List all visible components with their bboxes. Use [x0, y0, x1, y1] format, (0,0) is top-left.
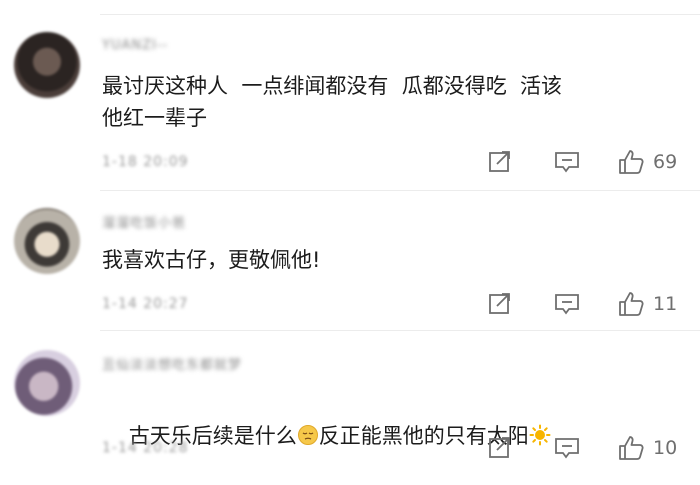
username[interactable]: 丑仙淡淡想吃东都就梦	[102, 354, 242, 373]
comment-icon	[555, 438, 579, 459]
like-count: 69	[653, 151, 678, 173]
share-icon	[489, 151, 510, 172]
comment-icon	[555, 152, 579, 173]
sleepy-face-emoji-icon	[297, 425, 318, 445]
avatar[interactable]	[14, 350, 80, 416]
like-button[interactable]: 11	[617, 290, 677, 318]
comment-text: 我喜欢古仔，更敬佩他!	[102, 248, 321, 272]
comment-item: YUANZI-- 最讨厌这种人 一点绯闻都没有 瓜都没得吃 活该 他红一辈子 1…	[0, 0, 700, 190]
avatar[interactable]	[14, 32, 80, 98]
username[interactable]: 溜溜吃饭小爸	[102, 212, 186, 231]
like-button[interactable]: 69	[617, 148, 677, 176]
timestamp: 1-14 20:27	[102, 296, 189, 312]
comment-item: 溜溜吃饭小爸 我喜欢古仔，更敬佩他! 1-14 20:27 11	[0, 190, 700, 330]
timestamp: 1-18 20:09	[102, 154, 189, 170]
thumbs-up-icon	[619, 292, 644, 316]
comment-item: 丑仙淡淡想吃东都就梦 古天乐后续是什么 反正能黑他的只有太阳 1-14 20:28…	[0, 330, 700, 485]
share-icon	[489, 437, 510, 458]
reply-button[interactable]	[553, 292, 581, 316]
sun-emoji-icon	[529, 424, 551, 446]
avatar[interactable]	[14, 208, 80, 274]
timestamp: 1-14 20:28	[102, 440, 189, 456]
comment-text: 古天乐后续是什么 反正能黑他的只有太阳	[102, 388, 682, 484]
like-count: 11	[653, 293, 678, 315]
reply-button[interactable]	[553, 436, 581, 460]
like-button[interactable]: 10	[617, 434, 677, 462]
reply-button[interactable]	[553, 150, 581, 174]
share-button[interactable]	[487, 292, 513, 316]
share-button[interactable]	[487, 436, 513, 460]
thumbs-up-icon	[619, 150, 644, 174]
share-button[interactable]	[487, 150, 513, 174]
comment-icon	[555, 294, 579, 315]
thumbs-up-icon	[619, 436, 644, 460]
comment-text: 最讨厌这种人 一点绯闻都没有 瓜都没得吃 活该 他红一辈子	[102, 74, 563, 130]
username[interactable]: YUANZI--	[102, 38, 168, 54]
share-icon	[489, 293, 510, 314]
like-count: 10	[653, 437, 678, 459]
